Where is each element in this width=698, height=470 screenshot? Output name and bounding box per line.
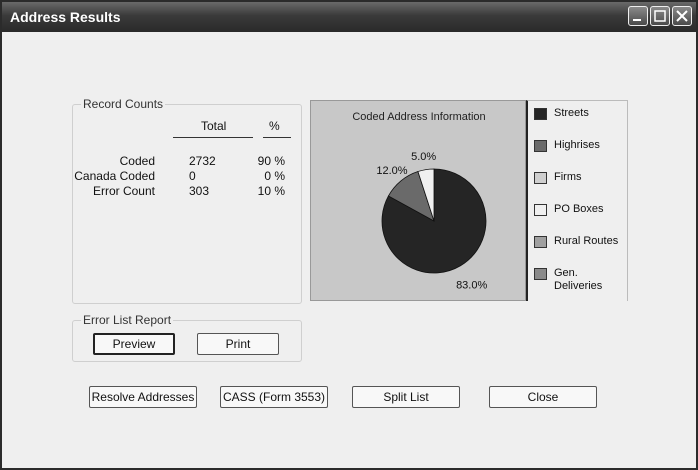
legend-label: PO Boxes	[554, 203, 604, 215]
close-icon	[676, 10, 688, 22]
close-button[interactable]: Close	[489, 386, 597, 408]
client-area: Record Counts Total % Coded 2732 90 % Ca…	[2, 32, 696, 468]
canada-coded-percent: 0 %	[264, 169, 285, 183]
canada-coded-total: 0	[189, 169, 196, 183]
coded-percent: 90 %	[257, 154, 285, 168]
error-count-label: Error Count	[92, 184, 155, 198]
coded-total: 2732	[189, 154, 216, 168]
address-results-window: Address Results Record Counts Total % Co…	[0, 0, 698, 470]
total-column-header: Total	[201, 119, 227, 133]
pie-label-highrises: 12.0%	[376, 165, 407, 177]
title-bar[interactable]: Address Results	[2, 2, 696, 32]
resolve-addresses-button[interactable]: Resolve Addresses	[89, 386, 197, 408]
legend-swatch	[534, 108, 547, 120]
error-count-percent: 10 %	[257, 184, 285, 198]
print-button[interactable]: Print	[197, 333, 279, 355]
legend-label: Gen. Deliveries	[554, 267, 603, 292]
coded-label: Coded	[119, 154, 155, 168]
split-list-button[interactable]: Split List	[352, 386, 460, 408]
record-counts-legend: Record Counts	[81, 97, 166, 111]
legend-label: Firms	[554, 171, 582, 183]
error-list-legend: Error List Report	[81, 313, 174, 327]
pie-label-streets: 83.0%	[456, 280, 487, 292]
canada-coded-label: Canada Coded	[74, 169, 155, 183]
preview-button[interactable]: Preview	[93, 333, 175, 355]
legend-swatch	[534, 268, 547, 280]
total-header-underline	[173, 137, 253, 138]
percent-header-underline	[263, 137, 291, 138]
legend-swatch	[534, 172, 547, 184]
legend-label: Streets	[554, 107, 589, 119]
window-title: Address Results	[10, 9, 121, 25]
close-window-button[interactable]	[672, 6, 692, 26]
legend-label: Highrises	[554, 139, 600, 151]
error-list-report-group: Error List Report Preview Print	[72, 313, 302, 362]
percent-column-header: %	[269, 119, 280, 133]
pie-chart: 83.0% 12.0% 5.0%	[376, 151, 487, 292]
maximize-button[interactable]	[650, 6, 670, 26]
coded-address-chart: Coded Address Information 83.0% 12.0% 5.0%	[310, 100, 526, 301]
pie-label-po-boxes: 5.0%	[411, 151, 436, 163]
error-count-total: 303	[189, 184, 210, 198]
legend-label: Rural Routes	[554, 235, 619, 247]
minimize-button[interactable]	[628, 6, 648, 26]
minimize-icon	[633, 19, 641, 21]
cass-form-button[interactable]: CASS (Form 3553)	[220, 386, 328, 408]
legend-swatch	[534, 140, 547, 152]
legend-swatch	[534, 236, 547, 248]
maximize-icon	[654, 10, 666, 22]
legend-swatch	[534, 204, 547, 216]
record-counts-group: Record Counts Total % Coded 2732 90 % Ca…	[72, 97, 302, 304]
chart-legend: Streets Highrises Firms PO Boxes Rural Route…	[526, 100, 628, 301]
